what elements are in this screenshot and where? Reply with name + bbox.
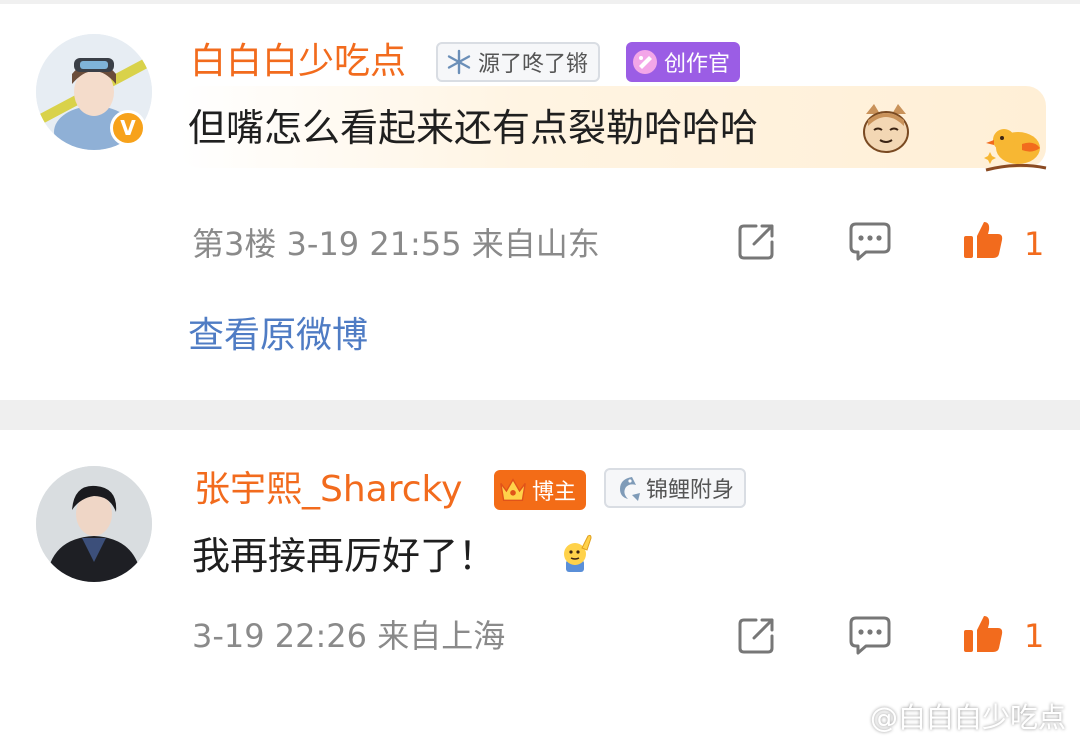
comment-icon[interactable] [848, 614, 892, 656]
blogger-badge[interactable]: 博主 [494, 470, 587, 510]
raise-hand-emoji-icon [556, 530, 594, 574]
like-icon[interactable] [962, 218, 1004, 262]
fan-badge[interactable]: 源了咚了锵 [436, 42, 601, 82]
crown-icon [498, 475, 528, 505]
comment-meta: 第3楼 3-19 21:55 来自山东 [192, 225, 600, 263]
share-icon[interactable] [736, 614, 778, 656]
creator-badge-label: 创作官 [664, 52, 731, 77]
username[interactable]: 张宇熙_Sharcky [194, 468, 462, 512]
cat-emoji-icon [858, 100, 914, 156]
like-icon[interactable] [962, 612, 1004, 656]
weibo-logo-icon [830, 698, 870, 730]
creator-icon [630, 47, 660, 77]
top-divider [0, 0, 1080, 4]
koi-badge[interactable]: 锦鲤附身 [604, 468, 747, 508]
like-count: 1 [1024, 225, 1045, 263]
bird-decoration-icon [982, 118, 1050, 178]
snowflake-icon [444, 47, 474, 77]
avatar-image [36, 466, 152, 582]
creator-badge[interactable]: 创作官 [626, 42, 741, 82]
watermark: @白白白少吃点 [870, 701, 1067, 734]
section-divider [0, 400, 1080, 430]
comment-body: 但嘴怎么看起来还有点裂勒哈哈哈 [188, 106, 759, 150]
share-icon[interactable] [736, 220, 778, 262]
fan-badge-label: 源了咚了锵 [478, 52, 589, 77]
username[interactable]: 白白白少吃点 [190, 40, 406, 84]
comment-text: 但嘴怎么看起来还有点裂勒哈哈哈 [188, 104, 758, 152]
comment-text: 我再接再厉好了！ [192, 532, 496, 580]
view-original-link[interactable]: 查看原微博 [188, 314, 368, 358]
blogger-badge-label: 博主 [532, 480, 577, 505]
koi-badge-label: 锦鲤附身 [646, 478, 735, 503]
comment-meta: 3-19 22:26 来自上海 [192, 617, 506, 655]
comment-icon[interactable] [848, 220, 892, 262]
avatar[interactable] [36, 466, 152, 582]
koi-icon [612, 473, 642, 503]
verified-badge: V [110, 110, 146, 146]
like-count: 1 [1024, 617, 1045, 655]
comment-body: 我再接再厉好了！ [192, 534, 497, 578]
